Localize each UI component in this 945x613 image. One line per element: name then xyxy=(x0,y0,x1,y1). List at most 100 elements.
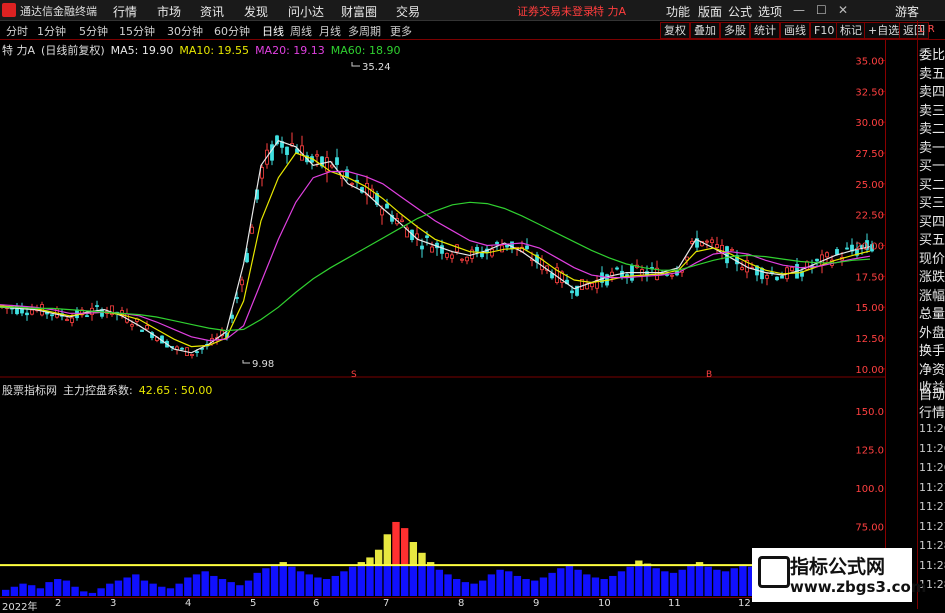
panel-time[interactable]: 11:27 xyxy=(919,481,945,494)
tab-5min[interactable]: 5分钟 xyxy=(79,23,108,39)
candle-body xyxy=(790,266,794,272)
menu-item-formula[interactable]: 公式 xyxy=(728,3,752,20)
panel-item[interactable]: 涨幅 xyxy=(919,285,945,304)
indicator-bar xyxy=(80,591,88,596)
tab-30min[interactable]: 30分钟 xyxy=(167,23,203,39)
indicator-bar xyxy=(340,571,348,596)
panel-time[interactable]: 11:26 xyxy=(919,422,945,435)
tab-more[interactable]: 更多 xyxy=(390,23,412,39)
indicator-bar xyxy=(643,565,652,596)
indicator-bar xyxy=(149,583,157,596)
indicator-bar xyxy=(374,565,383,596)
tab-daily[interactable]: 日线 xyxy=(262,23,284,39)
tab-60min[interactable]: 60分钟 xyxy=(214,23,250,39)
date-label: 6 xyxy=(313,598,320,609)
panel-item[interactable]: 买一 xyxy=(919,155,945,174)
panel-time[interactable]: 11:27 xyxy=(919,520,945,533)
indicator-bar xyxy=(730,568,738,596)
tab-intraday[interactable]: 分时 xyxy=(6,23,28,39)
panel-item[interactable]: 外盘 xyxy=(919,322,945,341)
panel-item[interactable]: 涨跌 xyxy=(919,266,945,285)
indicator-bar xyxy=(201,571,209,596)
tab-multi-period[interactable]: 多周期 xyxy=(348,23,381,39)
legend-source: 股票指标网 xyxy=(2,384,57,397)
menu-item-options[interactable]: 选项 xyxy=(758,3,782,20)
candle-body xyxy=(715,244,719,248)
watermark-logo-icon xyxy=(758,556,790,588)
panel-item[interactable]: 卖五 xyxy=(919,63,945,82)
menu-item-wealth[interactable]: 财富圈 xyxy=(341,3,377,20)
panel-section[interactable]: 行情 xyxy=(919,402,945,421)
stats-button[interactable]: 统计 xyxy=(750,22,780,39)
app-title: 通达信金融终端 xyxy=(20,5,97,18)
f10-button[interactable]: F10 xyxy=(810,22,839,39)
panel-item[interactable]: 换手 xyxy=(919,340,945,359)
panel-item[interactable]: 买二 xyxy=(919,174,945,193)
close-icon[interactable]: ✕ xyxy=(838,3,848,17)
guest-label[interactable]: 游客 xyxy=(895,3,919,20)
menu-item-layout[interactable]: 版面 xyxy=(698,3,722,20)
panel-time[interactable]: 11:28 xyxy=(919,559,945,572)
menu-item-function[interactable]: 功能 xyxy=(666,3,690,20)
indicator-bar-above-threshold xyxy=(374,549,383,566)
menu-item-market[interactable]: 市场 xyxy=(157,3,181,20)
minimize-icon[interactable]: — xyxy=(793,3,805,17)
menu-item-trade[interactable]: 交易 xyxy=(396,3,420,20)
menu-item-discover[interactable]: 发现 xyxy=(244,3,268,20)
price-tick-label: 17.50 xyxy=(855,272,884,283)
overlay-button[interactable]: 叠加 xyxy=(690,22,720,39)
indicator-bar xyxy=(132,574,140,596)
panel-item[interactable]: 委比 xyxy=(919,44,945,63)
price-tick-label: 22.50 xyxy=(855,211,884,222)
tab-15min[interactable]: 15分钟 xyxy=(119,23,155,39)
panel-item[interactable]: 买三 xyxy=(919,192,945,211)
panel-item[interactable]: 净资 xyxy=(919,359,945,378)
indicator-bar xyxy=(713,569,721,596)
panel-time[interactable]: 11:28 xyxy=(919,539,945,552)
indicator-bar xyxy=(348,566,357,596)
panel-item[interactable]: 买四 xyxy=(919,211,945,230)
chart-area[interactable]: 35.00 32.50 30.00 27.50 25.00 22.50 20.00 17.50… xyxy=(0,40,885,600)
panel-item[interactable]: 买五 xyxy=(919,229,945,248)
panel-time[interactable]: 11:27 xyxy=(919,500,945,513)
candle-body xyxy=(670,274,674,277)
buy-marker: B xyxy=(706,370,712,380)
indicator-bar xyxy=(10,586,19,596)
maximize-icon[interactable]: ☐ xyxy=(816,3,827,17)
draw-button[interactable]: 画线 xyxy=(780,22,810,39)
mark-button[interactable]: 标记 xyxy=(836,22,866,39)
indicator-bar xyxy=(435,569,444,596)
menu-item-news[interactable]: 资讯 xyxy=(200,3,224,20)
date-label: 3 xyxy=(110,598,117,609)
panel-item[interactable]: 现价 xyxy=(919,248,945,267)
panel-item[interactable]: 卖二 xyxy=(919,118,945,137)
indicator-bar xyxy=(661,571,669,596)
panel-time[interactable]: 11:26 xyxy=(919,461,945,474)
candle-body xyxy=(335,157,339,165)
tab-1min[interactable]: 1分钟 xyxy=(37,23,66,39)
app-logo-icon xyxy=(2,3,16,17)
menu-item-ask[interactable]: 问小达 xyxy=(288,3,324,20)
multi-stock-button[interactable]: 多股 xyxy=(720,22,750,39)
indicator-bar xyxy=(88,592,97,596)
tab-monthly[interactable]: 月线 xyxy=(319,23,341,39)
panel-section[interactable]: 自动 xyxy=(919,384,945,403)
add-watchlist-button[interactable]: +自选 xyxy=(864,22,904,39)
candle-body xyxy=(480,252,484,258)
menu-item-quotes[interactable]: 行情 xyxy=(113,3,137,20)
panel-time[interactable]: 11:26 xyxy=(919,442,945,455)
indicator-bar xyxy=(45,582,53,596)
login-status[interactable]: 证券交易未登录 xyxy=(517,3,594,19)
indicator-bar xyxy=(314,577,322,596)
adjust-button[interactable]: 复权 xyxy=(660,22,690,39)
candle-body xyxy=(460,258,464,261)
panel-item[interactable]: 总量 xyxy=(919,303,945,322)
legend-mode: (日线前复权) xyxy=(41,44,105,57)
panel-corner[interactable]: L R xyxy=(919,24,935,35)
indicator-bar-above-threshold xyxy=(400,528,409,566)
panel-item[interactable]: 卖三 xyxy=(919,100,945,119)
panel-item[interactable]: 卖四 xyxy=(919,81,945,100)
candle-body xyxy=(495,241,499,245)
panel-item[interactable]: 卖一 xyxy=(919,137,945,156)
tab-weekly[interactable]: 周线 xyxy=(290,23,312,39)
